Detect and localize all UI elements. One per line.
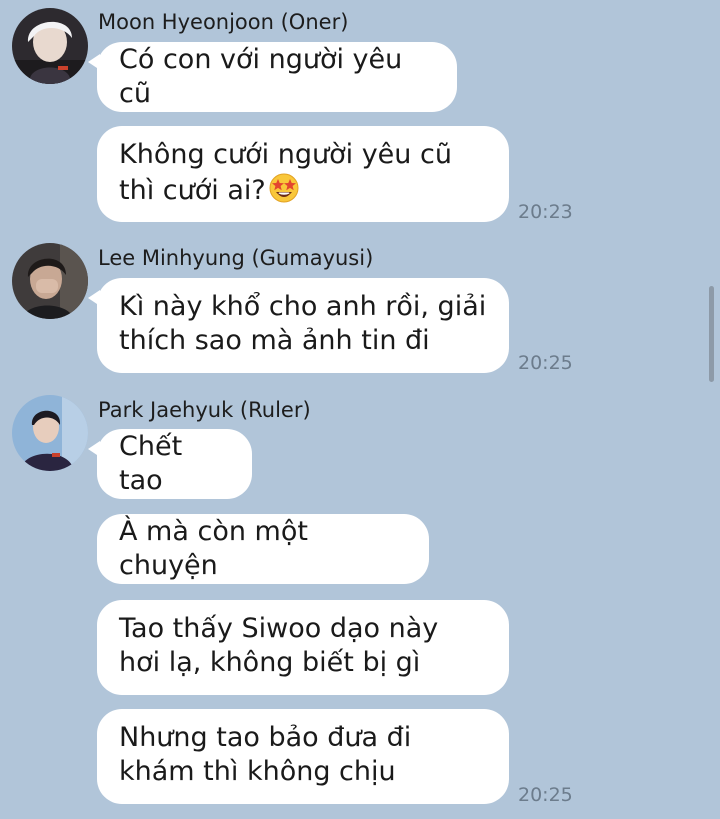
sender-name: Park Jaehyuk (Ruler) [98, 398, 311, 422]
message-bubble[interactable]: Không cưới người yêu cũ thì cưới ai? [97, 126, 509, 222]
avatar-ruler[interactable] [12, 395, 88, 471]
timestamp: 20:23 [518, 201, 573, 223]
sender-name: Lee Minhyung (Gumayusi) [98, 246, 374, 270]
message-bubble[interactable]: Có con với người yêu cũ [88, 42, 457, 112]
message-text: À mà còn một chuyện [119, 516, 308, 581]
avatar-gumayusi[interactable] [12, 243, 88, 319]
sender-name: Moon Hyeonjoon (Oner) [98, 10, 349, 34]
message-bubble[interactable]: À mà còn một chuyện [97, 514, 429, 584]
message-text: Có con với người yêu cũ [119, 44, 403, 109]
message-bubble[interactable]: Kì này khổ cho anh rồi, giải thích sao m… [88, 278, 509, 373]
timestamp: 20:25 [518, 352, 573, 374]
scrollbar[interactable] [709, 286, 714, 382]
message-text: Chết tao [119, 431, 183, 496]
message-text: Kì này khổ cho anh rồi, giải thích sao m… [119, 291, 487, 356]
message-text: Tao thấy Siwoo dạo này hơi lạ, không biế… [119, 613, 439, 678]
message-text: Nhưng tao bảo đưa đi khám thì không chịu [119, 722, 412, 787]
avatar-oner[interactable] [12, 8, 88, 84]
message-bubble[interactable]: Nhưng tao bảo đưa đi khám thì không chịu [97, 709, 509, 804]
star-struck-emoji-icon [269, 173, 299, 203]
message-bubble[interactable]: Tao thấy Siwoo dạo này hơi lạ, không biế… [97, 600, 509, 695]
timestamp: 20:25 [518, 784, 573, 806]
message-bubble[interactable]: Chết tao [88, 429, 252, 499]
